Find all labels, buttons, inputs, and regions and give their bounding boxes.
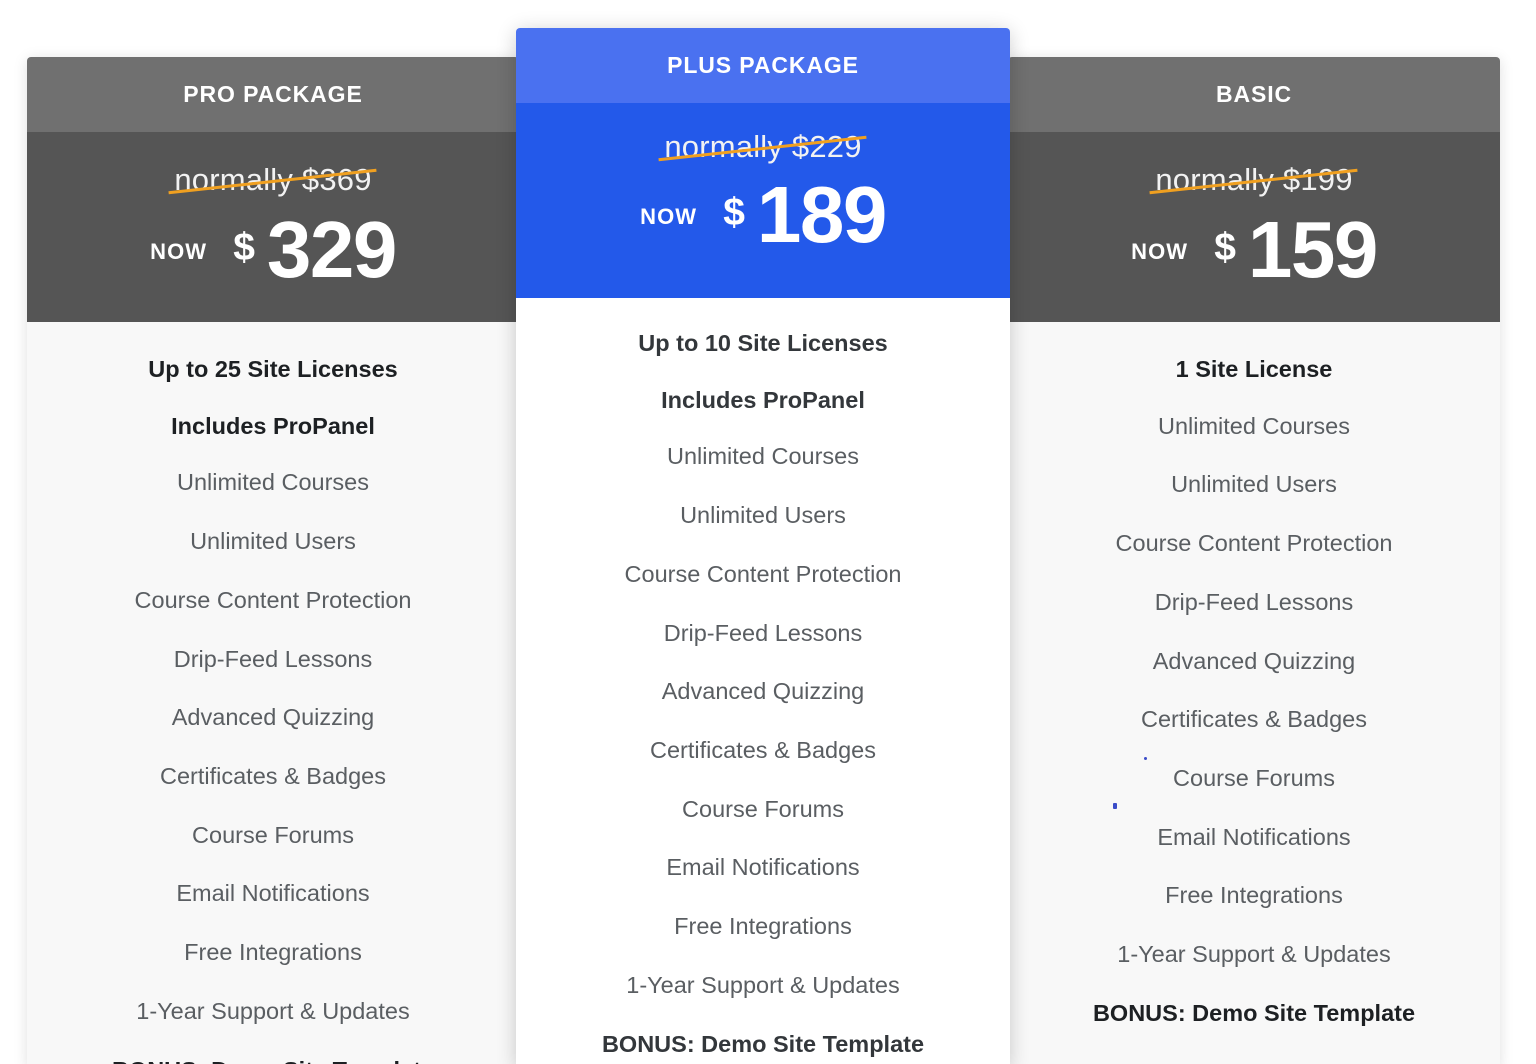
feature-item: Course Content Protection: [134, 586, 412, 613]
feature-item: 1-Year Support & Updates: [1117, 941, 1391, 968]
features-list-basic: 1 Site License Unlimited Courses Unlimit…: [1008, 322, 1500, 1028]
normally-wrap: normally $229: [516, 103, 1010, 165]
currency-symbol: $: [1214, 226, 1236, 269]
feature-item: Unlimited Courses: [177, 469, 369, 496]
price-band-plus: normally $229 NOW $ 189: [516, 103, 1010, 298]
feature-item: Certificates & Badges: [650, 737, 876, 764]
now-price-row-plus: NOW $ 189: [516, 175, 1010, 255]
feature-item: Up to 10 Site Licenses: [638, 330, 888, 356]
feature-item-bonus: BONUS: Demo Site Template: [45, 1057, 501, 1064]
now-price-row-basic: NOW $ 159: [1008, 210, 1500, 290]
feature-item: Free Integrations: [1165, 882, 1343, 909]
feature-item: Course Forums: [682, 795, 844, 822]
feature-item: Includes ProPanel: [661, 386, 865, 413]
now-price-amount: 189: [756, 170, 887, 259]
feature-item: Certificates & Badges: [1141, 706, 1367, 733]
now-price-amount: 159: [1247, 205, 1378, 294]
feature-item: Unlimited Courses: [667, 443, 859, 470]
feature-item: Unlimited Users: [1171, 471, 1337, 498]
now-label: NOW: [640, 204, 698, 229]
feature-item: Unlimited Courses: [1158, 412, 1350, 439]
currency-symbol: $: [233, 226, 255, 269]
feature-item: Course Forums: [1173, 765, 1335, 792]
features-list-plus: Up to 10 Site Licenses Includes ProPanel…: [516, 298, 1010, 1058]
pricing-card-plus[interactable]: PLUS PACKAGE normally $229 NOW $ 189 Up …: [516, 28, 1010, 1064]
normally-price-basic: normally $199: [1149, 162, 1359, 198]
feature-item: Drip-Feed Lessons: [1154, 588, 1354, 615]
feature-item: Course Content Protection: [624, 560, 902, 587]
feature-item: Course Forums: [192, 821, 354, 848]
feature-item: Drip-Feed Lessons: [663, 619, 863, 646]
feature-item: Up to 25 Site Licenses: [148, 356, 398, 382]
feature-item: Free Integrations: [184, 939, 362, 966]
feature-item: Drip-Feed Lessons: [173, 645, 373, 672]
normally-wrap: normally $199: [1008, 132, 1500, 198]
price-band-basic: normally $199 NOW $ 159: [1008, 132, 1500, 322]
pricing-card-basic[interactable]: BASIC normally $199 NOW $ 159 1 Site Lic…: [1008, 57, 1500, 1064]
feature-item: Email Notifications: [176, 880, 370, 907]
normally-price-pro: normally $369: [168, 162, 378, 198]
feature-item: Unlimited Users: [680, 502, 846, 529]
feature-item: Advanced Quizzing: [1152, 647, 1356, 674]
feature-item-bonus: BONUS: Demo Site Template: [601, 1030, 925, 1057]
feature-item: 1-Year Support & Updates: [626, 971, 900, 998]
package-title: PRO PACKAGE: [183, 81, 363, 107]
features-list-pro: Up to 25 Site Licenses Includes ProPanel…: [27, 322, 519, 1064]
now-price-row-pro: NOW $ 329: [27, 210, 519, 290]
card-header-basic: BASIC: [1008, 57, 1500, 132]
package-title: PLUS PACKAGE: [667, 52, 859, 78]
feature-item: Email Notifications: [666, 854, 860, 881]
feature-item: Email Notifications: [1157, 823, 1351, 850]
feature-item: Advanced Quizzing: [661, 678, 865, 705]
normally-price-text: normally $369: [174, 162, 372, 197]
feature-item: Course Content Protection: [1115, 530, 1393, 557]
normally-price-text: normally $229: [664, 129, 862, 164]
feature-item: Advanced Quizzing: [171, 704, 375, 731]
normally-wrap: normally $369: [27, 132, 519, 198]
feature-item: Unlimited Users: [190, 528, 356, 555]
card-header-pro: PRO PACKAGE: [27, 57, 519, 132]
currency-symbol: $: [723, 191, 745, 234]
normally-price-text: normally $199: [1155, 162, 1353, 197]
feature-item: Certificates & Badges: [160, 763, 386, 790]
now-label: NOW: [1131, 239, 1189, 264]
feature-item-bonus: BONUS: Demo Site Template: [1092, 999, 1416, 1026]
feature-item: 1 Site License: [1175, 356, 1333, 382]
card-header-plus: PLUS PACKAGE: [516, 28, 1010, 103]
feature-item: Includes ProPanel: [171, 412, 375, 439]
now-price-amount: 329: [266, 205, 397, 294]
price-band-pro: normally $369 NOW $ 329: [27, 132, 519, 322]
pricing-table: PRO PACKAGE normally $369 NOW $ 329 Up t…: [0, 0, 1536, 1064]
feature-item: 1-Year Support & Updates: [136, 997, 410, 1024]
now-label: NOW: [150, 239, 208, 264]
package-title: BASIC: [1215, 81, 1293, 107]
feature-item: Free Integrations: [674, 913, 852, 940]
normally-price-plus: normally $229: [658, 129, 868, 165]
pricing-card-pro[interactable]: PRO PACKAGE normally $369 NOW $ 329 Up t…: [27, 57, 519, 1064]
